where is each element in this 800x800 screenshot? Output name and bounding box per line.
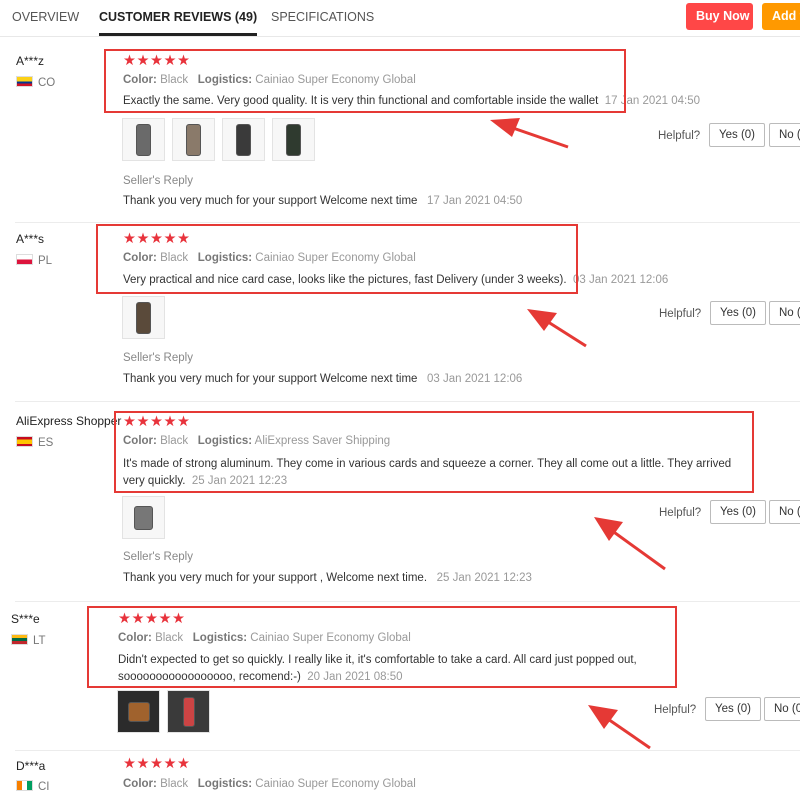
arrow-icon — [527, 309, 587, 348]
arrow-icon — [594, 517, 666, 571]
annotation-arrows — [490, 118, 666, 750]
arrow-icon — [588, 705, 651, 750]
arrow-icon — [490, 118, 569, 149]
